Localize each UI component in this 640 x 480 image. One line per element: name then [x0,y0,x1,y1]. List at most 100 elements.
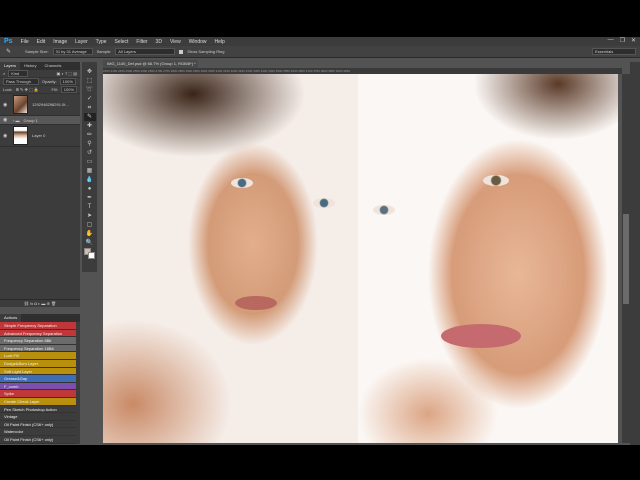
action-item[interactable]: Spike [0,390,76,398]
layer-thumbnail [13,126,28,145]
menu-layer[interactable]: Layer [71,39,92,45]
history-brush-icon[interactable]: ↺ [87,149,92,157]
scrollbar-thumb[interactable] [623,214,629,304]
document-tab[interactable]: IMG_1140_Def.psd @ 66.7% (Group 1, RGB/8… [103,60,198,74]
pen-tool-icon[interactable]: ✒ [87,194,92,202]
minimize-button[interactable]: — [608,37,614,44]
opacity-label: Opacity: [42,79,57,84]
tools-panel: ✥ ⬚ ➰ ✓ ⌗ ✎ ✚ ✏ ⚲ ↺ ▭ ▦ 💧 ● ✒ T ➤ ▢ ✋ 🔍 [82,62,97,272]
menu-window[interactable]: Window [185,39,211,45]
lasso-tool-icon[interactable]: ➰ [86,86,93,94]
action-item[interactable]: Grease&Gap [0,375,76,383]
menu-view[interactable]: View [166,39,185,45]
move-tool-icon[interactable]: ✥ [87,68,92,76]
layer-footer-icons[interactable]: ⛓ fx ◘ ◐ ▬ ⊕ 🗑 [0,299,80,307]
eye-right-2 [483,175,509,186]
menu-type[interactable]: Type [92,39,111,45]
shape-tool-icon[interactable]: ▢ [87,221,93,229]
layer-name: Layer 0 [32,133,46,138]
zoom-tool-icon[interactable]: 🔍 [86,239,93,247]
action-item[interactable]: Luck Fill [0,352,76,360]
restore-button[interactable]: ❐ [620,37,625,44]
menu-image[interactable]: Image [49,39,71,45]
filter-icons[interactable]: ▣ ◐ T ⬚ ▤ [57,71,78,76]
tab-actions[interactable]: Actions [0,314,22,322]
tab-channels[interactable]: Channels [40,62,65,70]
menu-select[interactable]: Select [111,39,133,45]
action-item[interactable]: Simple Frequency Separation [0,322,76,330]
lock-icons[interactable]: ⊞ ✎ ✥ ⬚ 🔒 [16,87,39,92]
fill-label: Fill: [51,87,58,92]
type-tool-icon[interactable]: T [88,203,92,211]
sample-size-select[interactable]: 31 by 31 Average [52,48,93,55]
quick-select-icon[interactable]: ✓ [87,95,92,103]
blur-tool-icon[interactable]: 💧 [86,176,93,184]
eye-icon[interactable]: ◉ [3,102,9,108]
document-canvas[interactable] [103,74,618,443]
opacity-input[interactable]: 100% [59,78,76,85]
action-item[interactable]: Frequency Separation 16Bit [0,344,76,353]
sample-label: Sample: [96,49,112,54]
action-item[interactable]: Oil Paint Finish (CS6+ only) [0,435,76,444]
blend-mode-select[interactable]: Pass Through [3,78,39,85]
action-item[interactable]: Oil Paint Finish (CS6+ only) [0,420,76,429]
gradient-tool-icon[interactable]: ▦ [87,167,93,175]
photoshop-logo: Ps [4,38,13,45]
action-item[interactable]: Vintage [0,413,76,421]
lock-label: Lock: [3,87,13,92]
fill-input[interactable]: 100% [60,86,77,93]
eyedropper-tool-icon[interactable]: ✎ [83,113,96,121]
eye-icon[interactable]: ◉ [3,133,9,139]
close-button[interactable]: ✕ [631,37,636,44]
sample-select[interactable]: All Layers [115,48,176,55]
action-item[interactable]: Pen Sketch Photoshop Action [0,405,76,414]
show-ring-checkbox[interactable] [179,49,184,54]
layers-panel: Layers History Channels ⌕ Kind ▣ ◐ T ⬚ ▤ P… [0,62,80,307]
lips-left [235,296,277,310]
action-item[interactable]: Dodge&Burn Layer [0,359,76,368]
action-item[interactable]: Watercolor [0,428,76,436]
action-item[interactable]: Soft Light Layer [0,367,76,376]
marquee-tool-icon[interactable]: ⬚ [87,77,93,85]
tab-layers[interactable]: Layers [0,62,21,70]
collapsed-panel-strip[interactable] [630,62,640,445]
layer-row-group[interactable]: ◉ › ▬ Group 1 [0,116,80,125]
action-item[interactable]: Create Check Layer [0,397,76,406]
eye-left-2 [313,198,335,208]
hand-tool-icon[interactable]: ✋ [86,230,93,238]
menu-help[interactable]: Help [211,39,229,45]
menu-edit[interactable]: Edit [33,39,50,45]
actions-panel: Actions Simple Frequency Separation Advan… [0,314,80,444]
menu-3d[interactable]: 3D [152,39,166,45]
action-item[interactable]: Advanced Frequency Separation [0,329,76,338]
eye-left [231,178,253,188]
menu-filter[interactable]: Filter [132,39,151,45]
vertical-scrollbar[interactable] [622,74,630,443]
dodge-tool-icon[interactable]: ● [88,185,92,193]
layer-row[interactable]: ◉ 1292948298291.0t... [0,94,80,116]
eye-icon[interactable]: ◉ [3,117,9,123]
eraser-tool-icon[interactable]: ▭ [87,158,93,166]
show-ring-label: Show Sampling Ring [187,49,225,54]
path-select-icon[interactable]: ➤ [87,212,92,220]
workspace-select[interactable]: Essentials [592,48,636,55]
stamp-tool-icon[interactable]: ⚲ [87,140,91,148]
layer-row[interactable]: ◉ Layer 0 [0,125,80,147]
color-swatches[interactable] [83,248,96,260]
portrait-left [103,74,358,443]
tab-history[interactable]: History [20,62,40,70]
filter-kind-select[interactable]: Kind [8,70,29,77]
crop-tool-icon[interactable]: ⌗ [88,104,91,112]
window-controls: — ❐ ✕ [608,37,636,44]
layer-name: Group 1 [23,117,38,123]
action-item[interactable]: F_comb [0,382,76,391]
portrait-right [358,74,618,443]
menu-file[interactable]: File [17,39,33,45]
brush-tool-icon[interactable]: ✏ [87,131,92,139]
search-icon: ⌕ [3,71,6,76]
folder-icon: › ▬ [13,117,20,123]
action-item[interactable]: Frequency Separation 8Bit [0,337,76,345]
healing-brush-icon[interactable]: ✚ [87,122,92,130]
eyedropper-icon[interactable]: ✎ [6,48,11,55]
action-list: Simple Frequency Separation Advanced Freq… [0,322,76,444]
